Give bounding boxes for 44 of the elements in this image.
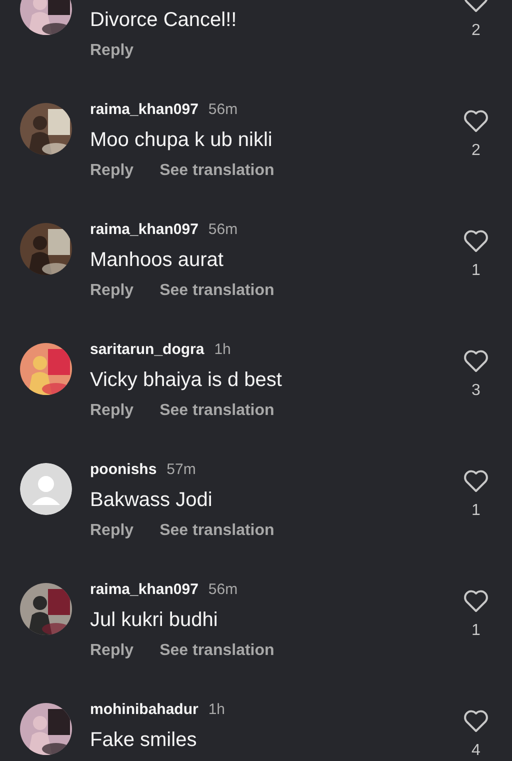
comment-time: 56m (208, 101, 238, 119)
translation-link[interactable]: See translation (160, 401, 274, 421)
translation-link[interactable]: See translation (160, 161, 274, 181)
reply-link[interactable]: Reply (90, 41, 134, 61)
heart-icon[interactable] (463, 469, 489, 493)
comment-time: 56m (208, 581, 238, 599)
comment-time: 1h (214, 341, 231, 359)
like-count: 2 (472, 21, 480, 41)
heart-icon[interactable] (463, 109, 489, 133)
reply-link[interactable]: Reply (90, 401, 134, 421)
default-avatar-icon (20, 463, 72, 515)
like-count: 1 (472, 621, 480, 641)
like-count: 3 (472, 381, 480, 401)
username[interactable]: raima_khan097 (90, 221, 198, 239)
username[interactable]: mohinibahadur (90, 701, 198, 719)
comment-text: Vicky bhaiya is d best (90, 368, 283, 393)
reply-link[interactable]: Reply (90, 281, 134, 301)
reply-link[interactable]: Reply (90, 641, 134, 661)
like-count: 1 (472, 261, 480, 281)
heart-icon[interactable] (463, 349, 489, 373)
username[interactable]: raima_khan097 (90, 581, 198, 599)
comment-text: Moo chupa k ub nikli (90, 128, 274, 153)
heart-icon[interactable] (463, 589, 489, 613)
comment-text: Manhoos aurat (90, 248, 224, 273)
comment-text: Divorce Cancel!! (90, 8, 238, 33)
comment-text: Bakwass Jodi (90, 488, 214, 513)
username[interactable]: raima_khan097 (90, 101, 198, 119)
heart-icon[interactable] (463, 229, 489, 253)
comment-text: Jul kukri budhi (90, 608, 219, 633)
username[interactable]: saritarun_dogra (90, 341, 204, 359)
reply-link[interactable]: Reply (90, 161, 134, 181)
reply-link[interactable]: Reply (90, 521, 134, 541)
username[interactable]: poonishs (90, 461, 157, 479)
translation-link[interactable]: See translation (160, 641, 274, 661)
translation-link[interactable]: See translation (160, 281, 274, 301)
comment-time: 1h (208, 701, 226, 719)
comment-time: 56m (208, 221, 238, 239)
like-count: 2 (472, 141, 480, 161)
like-count: 4 (472, 741, 480, 761)
comment-time: 57m (166, 461, 196, 479)
translation-link[interactable]: See translation (160, 521, 274, 541)
heart-icon[interactable] (463, 709, 489, 733)
comment-text: Fake smiles (90, 728, 198, 753)
like-count: 1 (472, 501, 480, 521)
